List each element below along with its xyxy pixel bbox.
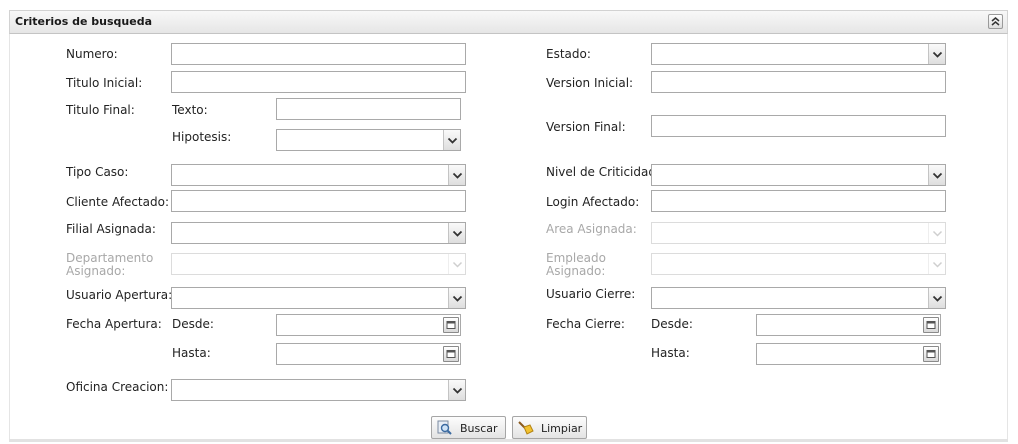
limpiar-button[interactable]: Limpiar	[512, 416, 587, 439]
calendar-icon	[926, 321, 936, 329]
chevron-down-icon	[452, 230, 463, 237]
usuario-cierre-select[interactable]	[651, 287, 946, 309]
double-chevron-up-icon	[991, 17, 1000, 26]
fecha-cierre-hasta-field[interactable]	[756, 343, 941, 365]
buscar-button[interactable]: Buscar	[431, 416, 506, 439]
titulo-final-label: Titulo Final:	[66, 103, 135, 117]
oficina-creacion-dropdown-arrow[interactable]	[448, 380, 465, 400]
tipo-caso-dropdown-arrow[interactable]	[448, 165, 465, 185]
version-final-label: Version Final:	[546, 120, 626, 134]
fecha-apertura-hasta-field[interactable]	[276, 343, 461, 365]
titulo-inicial-input[interactable]	[171, 71, 466, 93]
area-asignada-label: Area Asignada:	[546, 222, 637, 236]
calendar-icon	[446, 350, 456, 358]
fecha-cierre-hasta-calendar-button[interactable]	[923, 346, 939, 362]
nivel-criticidad-select[interactable]	[651, 164, 946, 186]
departamento-asignado-dropdown-arrow	[448, 254, 465, 274]
estado-label: Estado:	[546, 47, 591, 61]
version-final-input[interactable]	[651, 115, 946, 137]
fecha-cierre-label: Fecha Cierre:	[546, 317, 625, 331]
fecha-apertura-hasta-calendar-button[interactable]	[443, 346, 459, 362]
hipotesis-select[interactable]	[276, 129, 461, 151]
oficina-creacion-select[interactable]	[171, 379, 466, 401]
estado-dropdown-arrow[interactable]	[928, 44, 945, 64]
empleado-asignado-dropdown-arrow	[928, 254, 945, 274]
fecha-cierre-desde-field[interactable]	[756, 314, 941, 336]
fecha-cierre-desde-calendar-button[interactable]	[923, 317, 939, 333]
estado-select[interactable]	[651, 43, 946, 65]
chevron-down-icon	[932, 230, 943, 237]
chevron-down-icon	[932, 295, 943, 302]
texto-label: Texto:	[172, 103, 208, 117]
usuario-apertura-dropdown-arrow[interactable]	[448, 288, 465, 308]
limpiar-button-label: Limpiar	[541, 422, 583, 435]
login-afectado-input[interactable]	[651, 190, 946, 212]
usuario-cierre-dropdown-arrow[interactable]	[928, 288, 945, 308]
broom-icon	[518, 421, 534, 435]
calendar-icon	[926, 350, 936, 358]
area-asignada-select	[651, 222, 946, 244]
area-asignada-dropdown-arrow	[928, 223, 945, 243]
cliente-afectado-label: Cliente Afectado:	[66, 195, 169, 209]
oficina-creacion-label: Oficina Creacion:	[66, 380, 169, 394]
departamento-asignado-select	[171, 253, 466, 275]
tipo-caso-label: Tipo Caso:	[66, 165, 129, 179]
panel-header: Criterios de busqueda	[9, 10, 1008, 34]
version-inicial-input[interactable]	[651, 71, 946, 93]
filial-asignada-label: Filial Asignada:	[66, 222, 156, 236]
calendar-icon	[446, 321, 456, 329]
chevron-down-icon	[452, 295, 463, 302]
fecha-cierre-hasta-label: Hasta:	[651, 346, 690, 360]
numero-input[interactable]	[171, 43, 466, 65]
fecha-apertura-hasta-label: Hasta:	[172, 346, 211, 360]
departamento-asignado-label: Departamento Asignado:	[66, 251, 154, 278]
version-inicial-label: Version Inicial:	[546, 76, 634, 90]
filial-asignada-select[interactable]	[171, 222, 466, 244]
panel-bottom-border	[9, 439, 1008, 442]
magnifier-icon	[437, 420, 452, 435]
chevron-down-icon	[932, 51, 943, 58]
fecha-apertura-desde-label: Desde:	[172, 317, 214, 331]
usuario-apertura-select[interactable]	[171, 287, 466, 309]
usuario-apertura-label: Usuario Apertura:	[66, 288, 173, 302]
usuario-cierre-label: Usuario Cierre:	[546, 287, 636, 301]
numero-label: Numero:	[66, 47, 118, 61]
collapse-button[interactable]	[988, 14, 1003, 29]
empleado-asignado-select	[651, 253, 946, 275]
hipotesis-dropdown-arrow[interactable]	[443, 130, 460, 150]
panel-title: Criterios de busqueda	[15, 15, 152, 28]
texto-input[interactable]	[276, 98, 461, 120]
fecha-apertura-desde-calendar-button[interactable]	[443, 317, 459, 333]
nivel-criticidad-dropdown-arrow[interactable]	[928, 165, 945, 185]
fecha-apertura-label: Fecha Apertura:	[66, 317, 162, 331]
cliente-afectado-input[interactable]	[171, 190, 466, 212]
buscar-button-label: Buscar	[460, 422, 498, 435]
chevron-down-icon	[447, 137, 458, 144]
chevron-down-icon	[452, 387, 463, 394]
chevron-down-icon	[932, 172, 943, 179]
fecha-cierre-desde-label: Desde:	[651, 317, 693, 331]
chevron-down-icon	[932, 261, 943, 268]
hipotesis-label: Hipotesis:	[172, 130, 232, 144]
fecha-apertura-desde-field[interactable]	[276, 314, 461, 336]
chevron-down-icon	[452, 172, 463, 179]
tipo-caso-select[interactable]	[171, 164, 466, 186]
titulo-inicial-label: Titulo Inicial:	[66, 76, 143, 90]
filial-asignada-dropdown-arrow[interactable]	[448, 223, 465, 243]
nivel-criticidad-label: Nivel de Criticidad:	[546, 165, 661, 179]
chevron-down-icon	[452, 261, 463, 268]
login-afectado-label: Login Afectado:	[546, 195, 640, 209]
empleado-asignado-label: Empleado Asignado:	[546, 251, 606, 278]
